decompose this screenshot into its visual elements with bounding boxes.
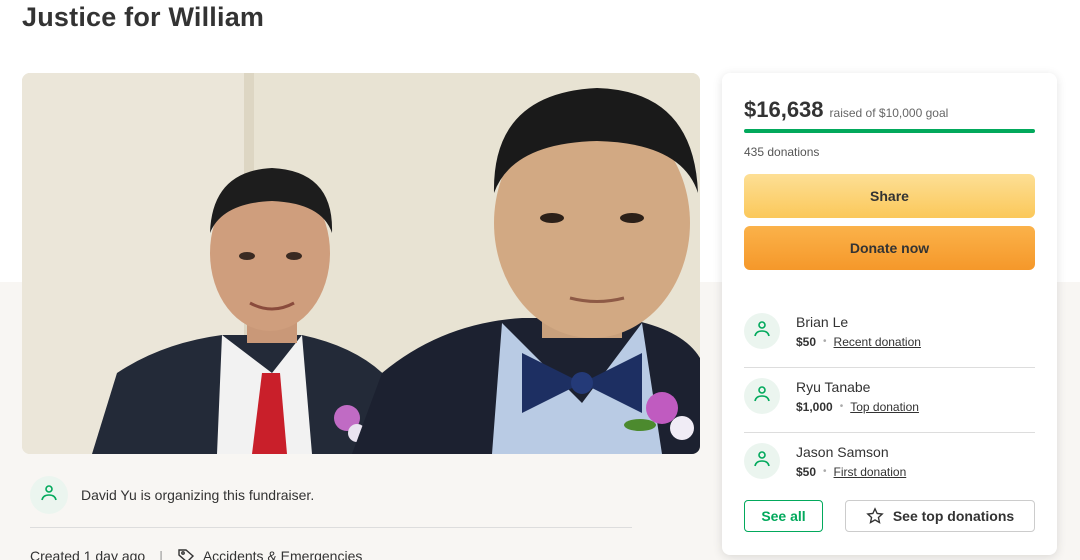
donor-amount: $50 <box>796 464 817 479</box>
donor-name: Ryu Tanabe <box>796 378 871 395</box>
donor-item: Ryu Tanabe $1,000 • Top donation <box>744 364 1035 428</box>
donor-avatar <box>744 443 780 479</box>
heart-hand-icon <box>752 384 772 409</box>
amount-raised-row: $16,638 raised of $10,000 goal <box>744 97 948 123</box>
progress-bar <box>744 129 1035 133</box>
see-top-donations-label: See top donations <box>892 508 1015 524</box>
star-icon <box>866 507 884 525</box>
see-all-button[interactable]: See all <box>744 500 823 532</box>
donor-item: Brian Le $50 • Recent donation <box>744 299 1035 363</box>
campaign-photo-illustration <box>22 73 700 454</box>
separator-dot: • <box>839 401 844 412</box>
donor-tag-link[interactable]: First donation <box>834 465 907 479</box>
separator-dot: • <box>823 466 827 477</box>
see-top-donations-button[interactable]: See top donations <box>845 500 1035 532</box>
heart-hand-icon <box>39 483 59 508</box>
organizer-avatar <box>30 476 68 514</box>
organizer-text: David Yu is organizing this fundraiser. <box>81 487 315 503</box>
donation-count: 435 donations <box>744 145 820 159</box>
donor-name: Jason Samson <box>796 443 889 460</box>
tag-icon <box>177 548 195 560</box>
donor-tag-link[interactable]: Recent donation <box>834 335 921 349</box>
share-button[interactable]: Share <box>744 174 1035 218</box>
donor-avatar <box>744 313 780 349</box>
goal-text: raised of $10,000 goal <box>829 106 949 120</box>
donation-card: $16,638 raised of $10,000 goal 435 donat… <box>722 73 1057 555</box>
section-divider <box>30 527 632 528</box>
campaign-meta: Created 1 day ago | Accidents & Emergenc… <box>30 548 362 560</box>
donor-avatar <box>744 378 780 414</box>
separator-dot: • <box>823 336 827 347</box>
donor-item: Jason Samson $50 • First donation <box>744 429 1035 493</box>
created-date: Created 1 day ago <box>30 548 146 560</box>
category-link[interactable]: Accidents & Emergencies <box>203 548 363 560</box>
donate-now-button[interactable]: Donate now <box>744 226 1035 270</box>
organizer-row: David Yu is organizing this fundraiser. <box>30 475 314 515</box>
heart-hand-icon <box>752 449 772 474</box>
donor-amount: $50 <box>796 334 817 349</box>
meta-separator: | <box>159 548 163 560</box>
campaign-photo[interactable] <box>22 73 700 454</box>
page-title: Justice for William <box>22 2 265 32</box>
amount-raised: $16,638 <box>744 97 824 122</box>
donor-name: Brian Le <box>796 313 849 330</box>
progress-bar-fill <box>744 129 1035 133</box>
heart-hand-icon <box>752 319 772 344</box>
donor-tag-link[interactable]: Top donation <box>850 400 919 414</box>
donor-amount: $1,000 <box>796 399 833 414</box>
